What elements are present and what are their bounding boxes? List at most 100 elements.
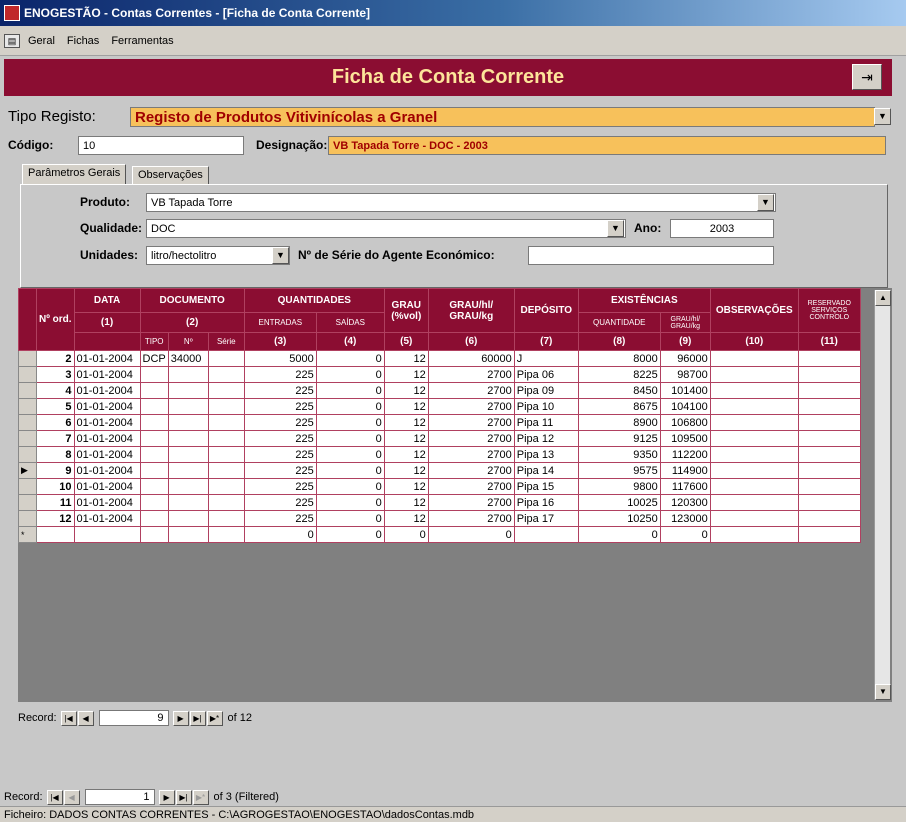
table-cell[interactable]: 8900 xyxy=(577,414,661,431)
table-cell[interactable]: 12 xyxy=(383,430,429,447)
table-cell[interactable] xyxy=(207,510,245,527)
row-selector[interactable] xyxy=(18,398,37,415)
table-cell[interactable] xyxy=(797,366,861,383)
table-cell[interactable]: Pipa 11 xyxy=(513,414,579,431)
record-number-field[interactable]: 1 xyxy=(84,789,155,805)
table-cell[interactable] xyxy=(207,526,245,543)
table-row[interactable]: 3 01-01-2004 225 0 12 2700 Pipa 06 8225 98700 xyxy=(18,366,861,383)
table-cell[interactable]: 01-01-2004 xyxy=(73,478,141,495)
table-cell[interactable] xyxy=(797,526,861,543)
table-cell[interactable]: 120300 xyxy=(659,494,711,511)
table-cell[interactable] xyxy=(709,526,799,543)
table-cell[interactable]: 3 xyxy=(36,366,75,383)
table-cell[interactable] xyxy=(207,478,245,495)
table-cell[interactable]: 12 xyxy=(383,398,429,415)
table-cell[interactable]: 0 xyxy=(315,414,385,431)
table-cell[interactable] xyxy=(207,366,245,383)
table-cell[interactable]: 10025 xyxy=(577,494,661,511)
table-cell[interactable]: 9125 xyxy=(577,430,661,447)
table-cell[interactable]: 0 xyxy=(315,446,385,463)
record-number-field[interactable]: 9 xyxy=(98,710,169,726)
table-cell[interactable]: 109500 xyxy=(659,430,711,447)
table-cell[interactable]: 2 xyxy=(36,350,75,367)
unidades-select[interactable]: litro/hectolitro xyxy=(146,246,290,265)
row-selector[interactable] xyxy=(18,510,37,527)
first-record-button[interactable]: |◀ xyxy=(46,789,63,805)
table-cell[interactable]: 225 xyxy=(243,430,317,447)
table-row[interactable]: 4 01-01-2004 225 0 12 2700 Pipa 09 8450 101400 xyxy=(18,382,861,399)
table-cell[interactable] xyxy=(797,478,861,495)
qualidade-select[interactable]: DOC xyxy=(146,219,626,238)
table-cell[interactable]: 0 xyxy=(315,526,385,543)
table-cell[interactable]: 7 xyxy=(36,430,75,447)
menu-fichas[interactable]: Fichas xyxy=(67,35,99,47)
row-selector[interactable] xyxy=(18,446,37,463)
table-cell[interactable]: DCP xyxy=(139,350,169,367)
exit-button[interactable]: ⇥ xyxy=(852,64,882,90)
tipo-registo-dropdown-button[interactable]: ▼ xyxy=(874,108,891,125)
table-cell[interactable]: 12 xyxy=(383,446,429,463)
table-cell[interactable] xyxy=(167,526,209,543)
table-cell[interactable] xyxy=(167,446,209,463)
form-menu-icon[interactable]: ▤ xyxy=(4,33,20,48)
row-selector[interactable] xyxy=(18,414,37,431)
table-cell[interactable] xyxy=(207,398,245,415)
table-cell[interactable]: Pipa 09 xyxy=(513,382,579,399)
table-cell[interactable] xyxy=(167,478,209,495)
table-cell[interactable]: 6 xyxy=(36,414,75,431)
table-cell[interactable]: 225 xyxy=(243,414,317,431)
table-cell[interactable] xyxy=(139,366,169,383)
table-cell[interactable]: 12 xyxy=(383,414,429,431)
next-record-button[interactable]: ▶ xyxy=(158,789,175,805)
tab-parametros-gerais[interactable]: Parâmetros Gerais xyxy=(22,164,127,184)
table-cell[interactable]: 2700 xyxy=(427,414,515,431)
table-cell[interactable] xyxy=(207,462,245,479)
table-cell[interactable]: 4 xyxy=(36,382,75,399)
table-cell[interactable]: 0 xyxy=(315,494,385,511)
table-cell[interactable]: Pipa 15 xyxy=(513,478,579,495)
table-row[interactable]: 10 01-01-2004 225 0 12 2700 Pipa 15 9800 117600 xyxy=(18,478,861,495)
table-cell[interactable]: 0 xyxy=(577,526,661,543)
table-cell[interactable]: 123000 xyxy=(659,510,711,527)
last-record-button[interactable]: ▶| xyxy=(189,710,206,726)
table-cell[interactable]: 8 xyxy=(36,446,75,463)
row-selector[interactable] xyxy=(18,494,37,511)
table-cell[interactable] xyxy=(709,446,799,463)
table-cell[interactable]: 01-01-2004 xyxy=(73,430,141,447)
table-cell[interactable] xyxy=(139,414,169,431)
table-cell[interactable]: 225 xyxy=(243,462,317,479)
table-cell[interactable] xyxy=(797,398,861,415)
table-cell[interactable]: 96000 xyxy=(659,350,711,367)
produto-dropdown-button[interactable]: ▼ xyxy=(757,194,774,211)
table-cell[interactable]: 104100 xyxy=(659,398,711,415)
table-cell[interactable] xyxy=(513,526,579,543)
table-cell[interactable] xyxy=(167,366,209,383)
tipo-registo-select[interactable]: Registo de Produtos Vitivinícolas a Gran… xyxy=(130,107,875,127)
table-cell[interactable] xyxy=(167,414,209,431)
table-cell[interactable]: 0 xyxy=(427,526,515,543)
table-cell[interactable] xyxy=(139,510,169,527)
nserie-field[interactable] xyxy=(528,246,774,265)
table-cell[interactable]: 01-01-2004 xyxy=(73,414,141,431)
table-cell[interactable] xyxy=(139,462,169,479)
table-cell[interactable] xyxy=(207,414,245,431)
table-cell[interactable] xyxy=(139,398,169,415)
table-row[interactable]: 6 01-01-2004 225 0 12 2700 Pipa 11 8900 106800 xyxy=(18,414,861,431)
prev-record-button[interactable]: ◀ xyxy=(77,710,94,726)
row-selector[interactable]: ▶ xyxy=(18,462,37,479)
table-cell[interactable]: 01-01-2004 xyxy=(73,382,141,399)
table-cell[interactable]: 0 xyxy=(315,366,385,383)
table-cell[interactable]: 8450 xyxy=(577,382,661,399)
unidades-dropdown-button[interactable]: ▼ xyxy=(272,247,289,264)
table-cell[interactable] xyxy=(709,462,799,479)
table-cell[interactable]: 2700 xyxy=(427,366,515,383)
table-cell[interactable]: 0 xyxy=(315,350,385,367)
table-cell[interactable] xyxy=(167,430,209,447)
table-cell[interactable]: 11 xyxy=(36,494,75,511)
table-cell[interactable]: Pipa 10 xyxy=(513,398,579,415)
table-row[interactable]: 12 01-01-2004 225 0 12 2700 Pipa 17 10250 123000 xyxy=(18,510,861,527)
qualidade-dropdown-button[interactable]: ▼ xyxy=(607,220,624,237)
produto-select[interactable]: VB Tapada Torre xyxy=(146,193,776,212)
table-cell[interactable] xyxy=(167,494,209,511)
table-cell[interactable] xyxy=(167,510,209,527)
